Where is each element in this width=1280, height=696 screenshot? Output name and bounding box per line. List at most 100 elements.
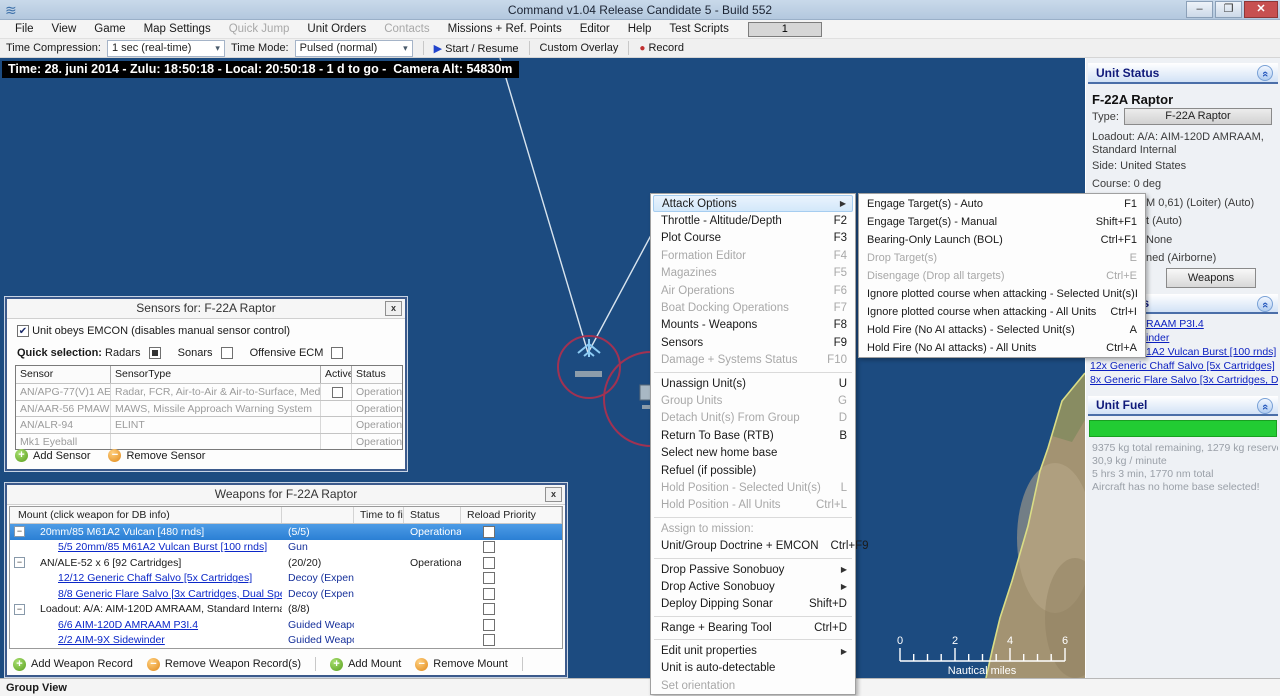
menu-item-plot-course[interactable]: Plot Course F3 [651, 230, 855, 247]
group-view-label: Group View [6, 682, 67, 694]
menu-help[interactable]: Help [619, 20, 661, 38]
menu-item-unit-auto-detectable[interactable]: Unit is auto-detectable [651, 660, 855, 677]
reload-priority-checkbox[interactable] [483, 588, 495, 600]
menu-item-drop-passive-sonobuoy[interactable]: Drop Passive Sonobuoy ▶ [651, 561, 855, 578]
menu-map-settings[interactable]: Map Settings [135, 20, 220, 38]
table-row[interactable]: 5/5 20mm/85 M61A2 Vulcan Burst [100 rnds… [10, 540, 562, 556]
menu-view[interactable]: View [43, 20, 86, 38]
menu-item-range-bearing-tool[interactable]: Range + Bearing Tool Ctrl+D [651, 619, 855, 636]
menu-item-deploy-dipping-sonar[interactable]: Deploy Dipping Sonar Shift+D [651, 596, 855, 613]
table-row[interactable]: 2/2 AIM-9X Sidewinder Guided Weapon [10, 633, 562, 649]
collapse-expander-icon[interactable]: − [14, 557, 25, 568]
table-row[interactable]: − Loadout: A/A: AIM-120D AMRAAM, Standar… [10, 602, 562, 618]
menu-item-hold-fire-selected[interactable]: Hold Fire (No AI attacks) - Selected Uni… [859, 321, 1145, 339]
collapse-chevron-icon[interactable]: « [1257, 296, 1273, 312]
test-scripts-count-input[interactable] [748, 22, 822, 37]
collapse-expander-icon[interactable]: − [14, 604, 25, 615]
menu-item-attack-options[interactable]: Attack Options ▶ [653, 195, 853, 212]
sensor-active-checkbox[interactable] [332, 387, 343, 398]
sensors-window-titlebar[interactable]: Sensors for: F-22A Raptor x [7, 299, 405, 319]
menu-item-select-home-base[interactable]: Select new home base [651, 444, 855, 461]
close-icon[interactable]: x [385, 301, 402, 316]
remove-weapon-record-button[interactable]: − Remove Weapon Record(s) [147, 658, 301, 671]
emcon-checkbox[interactable]: ✔ [17, 325, 29, 337]
menu-item-ignore-course-selected[interactable]: Ignore plotted course when attacking - S… [859, 285, 1145, 303]
menu-item-throttle-altitude[interactable]: Throttle - Altitude/Depth F2 [651, 212, 855, 229]
weapon-db-link[interactable]: 12/12 Generic Chaff Salvo [5x Cartridges… [10, 572, 282, 584]
svg-text:4: 4 [1007, 635, 1013, 647]
reload-priority-checkbox[interactable] [483, 619, 495, 631]
menu-missions-ref-points[interactable]: Missions + Ref. Points [439, 20, 571, 38]
weapon-db-link[interactable]: 5/5 20mm/85 M61A2 Vulcan Burst [100 rnds… [10, 541, 282, 553]
unit-fuel-header[interactable]: Unit Fuel « [1088, 396, 1278, 416]
add-mount-button[interactable]: + Add Mount [330, 658, 401, 671]
menu-item-refuel[interactable]: Refuel (if possible) [651, 462, 855, 479]
add-weapon-record-button[interactable]: + Add Weapon Record [13, 658, 133, 671]
menu-item-ignore-course-all[interactable]: Ignore plotted course when attacking - A… [859, 303, 1145, 321]
menu-file[interactable]: File [6, 20, 43, 38]
table-row[interactable]: AN/APG-77(V)1 AESA Radar, FCR, Air-to-Ai… [16, 383, 402, 400]
weapons-window-titlebar[interactable]: Weapons for F-22A Raptor x [7, 485, 565, 505]
menu-item-sensors[interactable]: Sensors F9 [651, 334, 855, 351]
menu-test-scripts[interactable]: Test Scripts [660, 20, 737, 38]
weapon-db-link[interactable]: 8/8 Generic Flare Salvo [3x Cartridges, … [10, 588, 282, 600]
sensors-window[interactable]: Sensors for: F-22A Raptor x ✔ Unit obeys… [5, 297, 407, 471]
table-row[interactable]: 6/6 AIM-120D AMRAAM P3I.4 Guided Weapon [10, 617, 562, 633]
table-row[interactable]: − AN/ALE-52 x 6 [92 Cartridges] (20/20) … [10, 555, 562, 571]
unit-type-button[interactable]: F-22A Raptor [1124, 108, 1272, 125]
weapon-db-link[interactable]: 2/2 AIM-9X Sidewinder [10, 634, 282, 646]
table-row[interactable]: 8/8 Generic Flare Salvo [3x Cartridges, … [10, 586, 562, 602]
menu-separator [651, 514, 855, 520]
menu-item-engage-auto[interactable]: Engage Target(s) - Auto F1 [859, 195, 1145, 213]
table-row[interactable]: 12/12 Generic Chaff Salvo [5x Cartridges… [10, 571, 562, 587]
start-resume-button[interactable]: ▶ Start / Resume [434, 42, 519, 55]
custom-overlay-button[interactable]: Custom Overlay [540, 42, 619, 54]
menu-item-return-to-base[interactable]: Return To Base (RTB) B [651, 427, 855, 444]
add-sensor-button[interactable]: + Add Sensor [15, 449, 90, 462]
reload-priority-checkbox[interactable] [483, 526, 495, 538]
table-row[interactable]: Mk1 Eyeball Operational [16, 433, 402, 450]
collapse-chevron-icon[interactable]: « [1257, 65, 1273, 81]
time-compression-select[interactable]: 1 sec (real-time) ▾ [107, 40, 225, 57]
weapons-window[interactable]: Weapons for F-22A Raptor x Mount (click … [5, 483, 567, 677]
close-button[interactable]: ✕ [1244, 1, 1278, 18]
menu-item-doctrine-emcon[interactable]: Unit/Group Doctrine + EMCON Ctrl+F9 [651, 537, 855, 554]
maximize-button[interactable]: ❐ [1215, 1, 1242, 18]
unit-status-header[interactable]: Unit Status « [1088, 63, 1278, 84]
table-row[interactable]: AN/ALR-94 ELINT Operational [16, 416, 402, 433]
table-row[interactable]: AN/AAR-56 PMAWS MAWS, Missile Approach W… [16, 400, 402, 417]
offensive-ecm-checkbox[interactable] [331, 347, 343, 359]
menu-item-edit-unit-properties[interactable]: Edit unit properties ▶ [651, 642, 855, 659]
menu-game[interactable]: Game [85, 20, 134, 38]
aircraft-unit-symbol[interactable] [575, 339, 602, 377]
menu-item-mounts-weapons[interactable]: Mounts - Weapons F8 [651, 317, 855, 334]
record-button[interactable]: ● Record [639, 42, 684, 54]
weapon-link[interactable]: 12x Generic Chaff Salvo [5x Cartridges] [1090, 360, 1278, 372]
reload-priority-checkbox[interactable] [483, 557, 495, 569]
menu-item-drop-active-sonobuoy[interactable]: Drop Active Sonobuoy ▶ [651, 578, 855, 595]
table-row[interactable]: − 20mm/85 M61A2 Vulcan [480 rnds] (5/5) … [10, 524, 562, 540]
title-bar[interactable]: ≋ Command v1.04 Release Candidate 5 - Bu… [0, 0, 1280, 20]
menu-editor[interactable]: Editor [571, 20, 619, 38]
collapse-expander-icon[interactable]: − [14, 526, 25, 537]
weapon-link[interactable]: 8x Generic Flare Salvo [3x Cartridges, D… [1090, 374, 1278, 386]
weapons-button[interactable]: Weapons [1166, 268, 1256, 288]
reload-priority-checkbox[interactable] [483, 541, 495, 553]
radars-checkbox[interactable] [149, 347, 161, 359]
menu-item-bearing-only-launch[interactable]: Bearing-Only Launch (BOL) Ctrl+F1 [859, 231, 1145, 249]
reload-priority-checkbox[interactable] [483, 603, 495, 615]
sonars-checkbox[interactable] [221, 347, 233, 359]
menu-item-hold-fire-all[interactable]: Hold Fire (No AI attacks) - All Units Ct… [859, 339, 1145, 357]
close-icon[interactable]: x [545, 487, 562, 502]
menu-item-unassign-units[interactable]: Unassign Unit(s) U [651, 375, 855, 392]
remove-sensor-button[interactable]: − Remove Sensor [108, 449, 205, 462]
menu-unit-orders[interactable]: Unit Orders [298, 20, 375, 38]
weapon-db-link[interactable]: 6/6 AIM-120D AMRAAM P3I.4 [10, 619, 282, 631]
reload-priority-checkbox[interactable] [483, 572, 495, 584]
menu-item-engage-manual[interactable]: Engage Target(s) - Manual Shift+F1 [859, 213, 1145, 231]
reload-priority-checkbox[interactable] [483, 634, 495, 646]
remove-mount-button[interactable]: − Remove Mount [415, 658, 508, 671]
minimize-button[interactable]: – [1186, 1, 1213, 18]
collapse-chevron-icon[interactable]: « [1257, 398, 1273, 414]
time-mode-select[interactable]: Pulsed (normal) ▾ [295, 40, 413, 57]
